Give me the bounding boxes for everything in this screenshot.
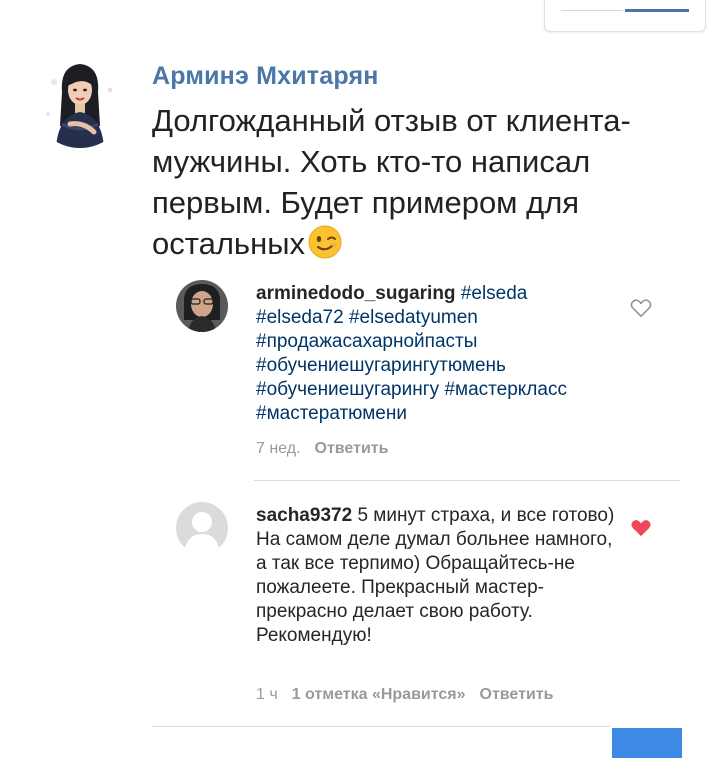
hashtag-link[interactable]: #elseda72 [256,307,344,328]
top-widget-line [561,10,623,11]
comment-text: arminedodo_sugaring #elseda #elseda72 #e… [256,282,616,426]
comment-time: 1 ч [256,686,278,703]
likes-count-link[interactable]: 1 отметка «Нравится» [292,686,466,703]
hashtag-link[interactable]: #обучениешугарингутюмень [256,355,506,376]
default-user-icon [176,502,228,554]
comment-time: 7 нед. [256,440,301,457]
post-text-body: Долгожданный отзыв от клиента-мужчины. Х… [152,103,631,261]
heart-filled-icon[interactable] [630,518,652,543]
author-avatar-illustration [32,52,128,148]
reply-button[interactable]: Ответить [480,686,554,703]
hashtag-link[interactable]: #мастеркласс [444,379,567,400]
comment-message: 5 минут страха, и все готово) На самом д… [256,505,615,646]
comment-meta: 7 нед. Ответить [256,440,388,458]
top-widget[interactable] [544,0,706,32]
commenter-avatar[interactable] [176,280,228,332]
reply-button[interactable]: Ответить [315,440,389,457]
post-author-name[interactable]: Арминэ Мхитарян [152,62,379,91]
comment-text: sacha9372 5 минут страха, и все готово) … [256,504,616,648]
top-bar [0,0,720,32]
reply-input-field[interactable] [152,726,610,757]
comment-meta: 1 ч 1 отметка «Нравится» Ответить [256,686,553,704]
commenter-photo [176,280,228,332]
hashtag-link[interactable]: #мастератюмени [256,403,407,424]
comment-divider [254,480,680,481]
hashtag-link[interactable]: #обучениешугарингу [256,379,439,400]
post-text: Долгожданный отзыв от клиента-мужчины. Х… [152,100,692,270]
hashtag-link[interactable]: #elseda [461,283,528,304]
heart-outline-icon[interactable] [630,298,652,323]
hashtag-link[interactable]: #продажасахарнойпасты [256,331,477,352]
author-avatar[interactable] [32,52,128,148]
winking-face-icon [307,224,343,270]
hashtag-link[interactable]: #elsedatyumen [349,307,478,328]
top-widget-accent-line [625,9,689,12]
commenter-avatar-placeholder[interactable] [176,502,228,554]
send-button[interactable] [612,728,682,758]
comment-username[interactable]: arminedodo_sugaring [256,283,456,304]
comment-username[interactable]: sacha9372 [256,505,352,526]
